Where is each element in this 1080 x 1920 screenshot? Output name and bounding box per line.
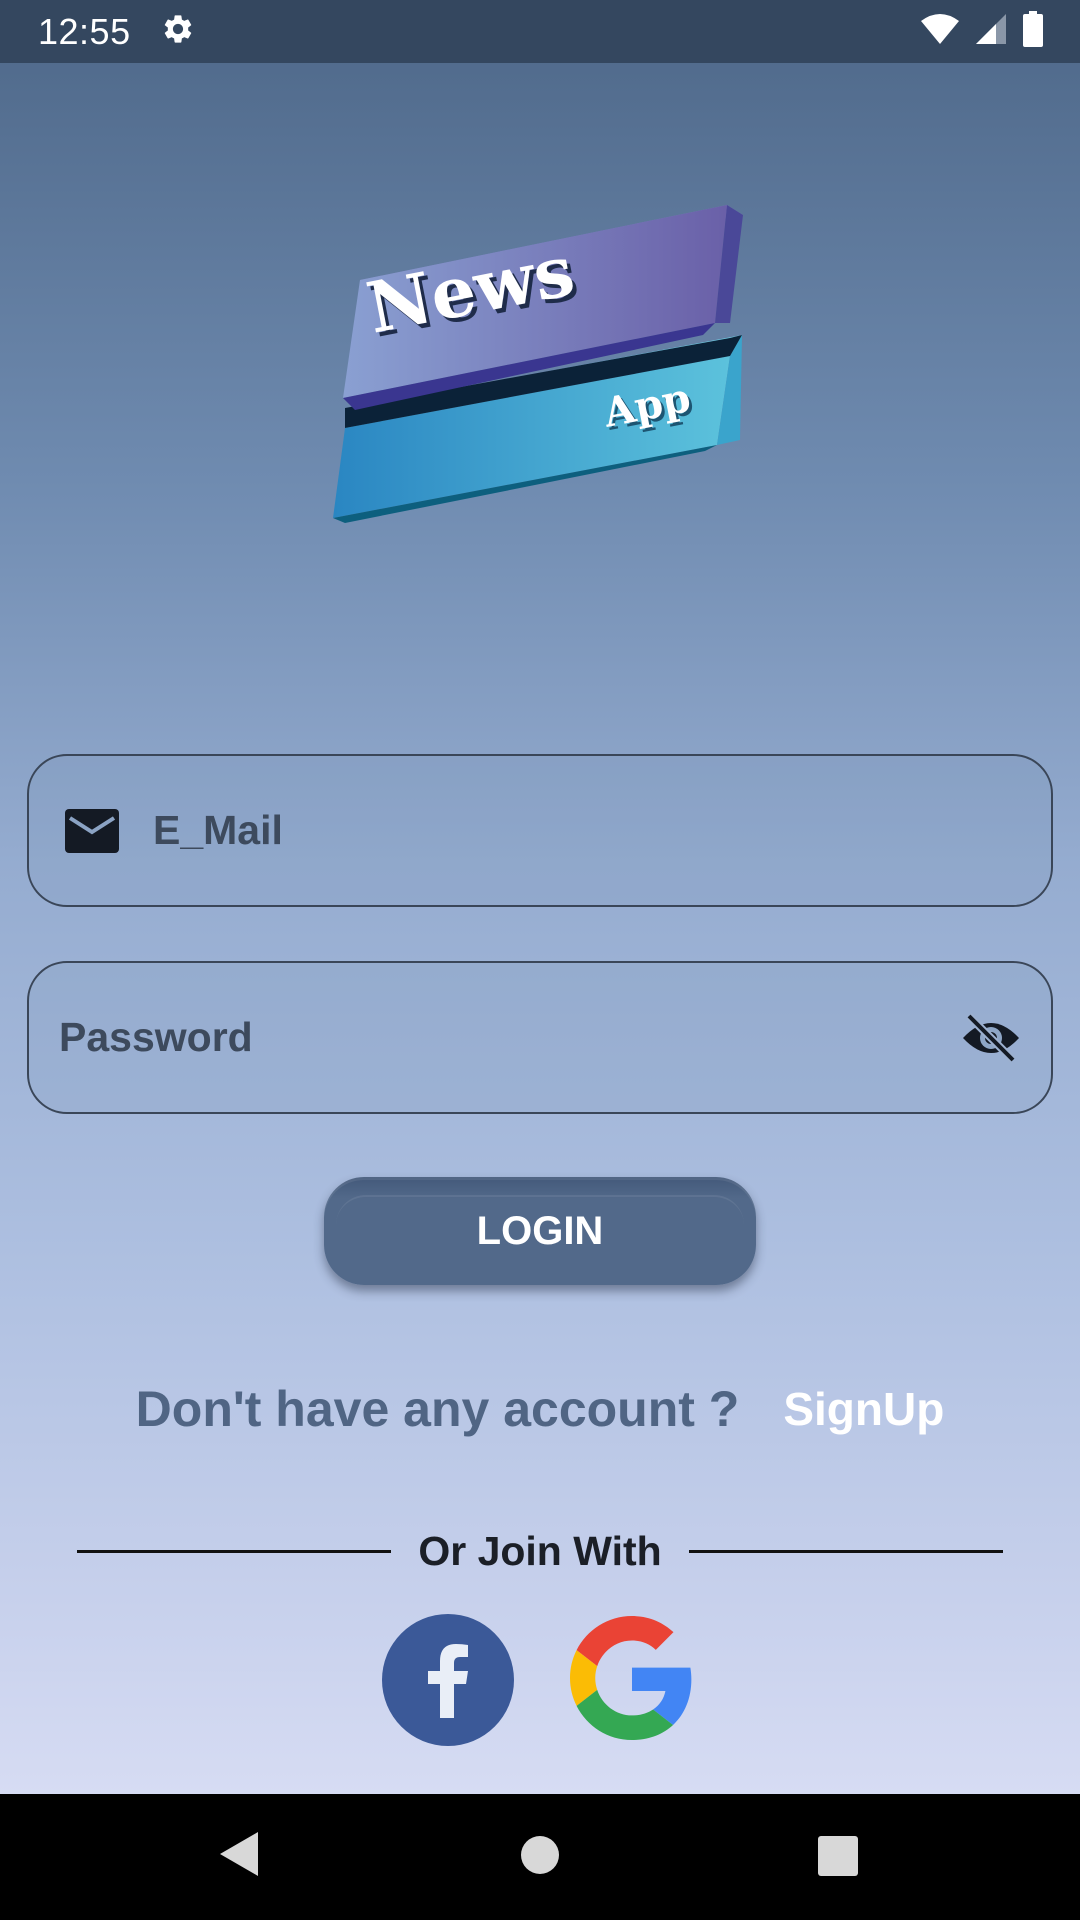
email-input[interactable] [153, 807, 1051, 854]
status-left: 12:55 [38, 11, 195, 53]
gear-icon [161, 12, 195, 51]
cell-signal-icon [974, 12, 1008, 51]
login-button[interactable]: LOGIN [324, 1177, 756, 1285]
social-divider: Or Join With [77, 1523, 1003, 1579]
eye-off-icon[interactable] [961, 1012, 1021, 1064]
news-app-logo: News News App App [325, 185, 755, 525]
wifi-icon [920, 13, 960, 50]
password-input[interactable] [29, 1014, 961, 1061]
home-icon[interactable] [521, 1836, 559, 1879]
password-field[interactable] [27, 961, 1053, 1114]
status-bar: 12:55 [0, 0, 1080, 63]
facebook-icon [382, 1614, 514, 1746]
navigation-bar [0, 1794, 1080, 1920]
google-icon [570, 1616, 692, 1740]
login-label: LOGIN [476, 1208, 604, 1253]
status-right [920, 11, 1044, 52]
facebook-login-button[interactable] [382, 1614, 514, 1746]
mail-icon [65, 808, 119, 853]
email-field[interactable] [27, 754, 1053, 907]
signup-row: Don't have any account ? SignUp [0, 1380, 1080, 1438]
signup-prompt: Don't have any account ? [135, 1381, 740, 1437]
social-divider-label: Or Join With [418, 1527, 662, 1574]
battery-icon [1022, 11, 1044, 52]
status-time: 12:55 [38, 10, 131, 52]
recents-icon[interactable] [818, 1836, 858, 1881]
back-icon[interactable] [218, 1830, 260, 1883]
signup-link[interactable]: SignUp [783, 1382, 944, 1436]
divider-line-right [689, 1549, 1003, 1553]
divider-line-left [77, 1549, 391, 1553]
google-login-button[interactable] [570, 1616, 694, 1740]
